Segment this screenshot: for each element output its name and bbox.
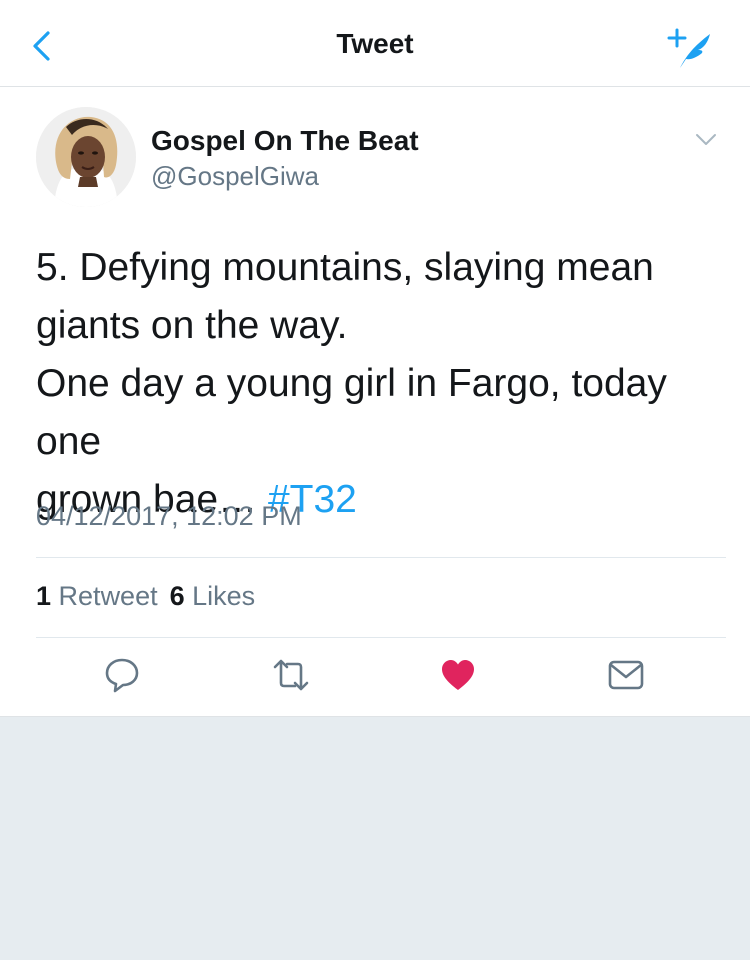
like-button[interactable] [438,657,478,697]
page-title: Tweet [336,28,414,59]
retweet-button[interactable] [271,657,311,697]
retweets-label: Retweet [58,581,158,611]
avatar[interactable] [36,107,136,207]
retweets-count: 1 [36,581,52,611]
tweet-text-line: giants on the way. [36,304,348,347]
tweet-text-line: One day a young girl in Fargo, today one [36,362,667,463]
heart-icon [440,658,476,697]
tweet-timestamp: 04/12/2017, 12:02 PM [36,501,302,531]
empty-timeline-area [0,717,750,960]
retweets-stat[interactable]: 1 Retweet [36,581,158,611]
divider [36,637,726,638]
likes-stat[interactable]: 6 Likes [170,581,256,611]
direct-message-button[interactable] [606,657,646,697]
tweet-stats: 1 Retweet 6 Likes [36,581,255,612]
envelope-icon [608,660,644,695]
author-display-name[interactable]: Gospel On The Beat [151,125,419,157]
divider [36,557,726,558]
chevron-down-icon[interactable] [694,131,718,149]
likes-count: 6 [169,581,185,611]
reply-icon [103,656,141,699]
compose-tweet-icon[interactable] [666,26,718,70]
reply-button[interactable] [102,657,142,697]
retweet-icon [271,657,311,698]
top-bar: Tweet [0,0,750,87]
tweet-card: Gospel On The Beat @GospelGiwa 5. Defyin… [0,87,750,717]
tweet-text-line: 5. Defying mountains, slaying mean [36,246,654,289]
likes-label: Likes [192,581,256,611]
tweet-text: 5. Defying mountains, slaying mean giant… [36,239,726,529]
author-handle[interactable]: @GospelGiwa [151,161,319,192]
